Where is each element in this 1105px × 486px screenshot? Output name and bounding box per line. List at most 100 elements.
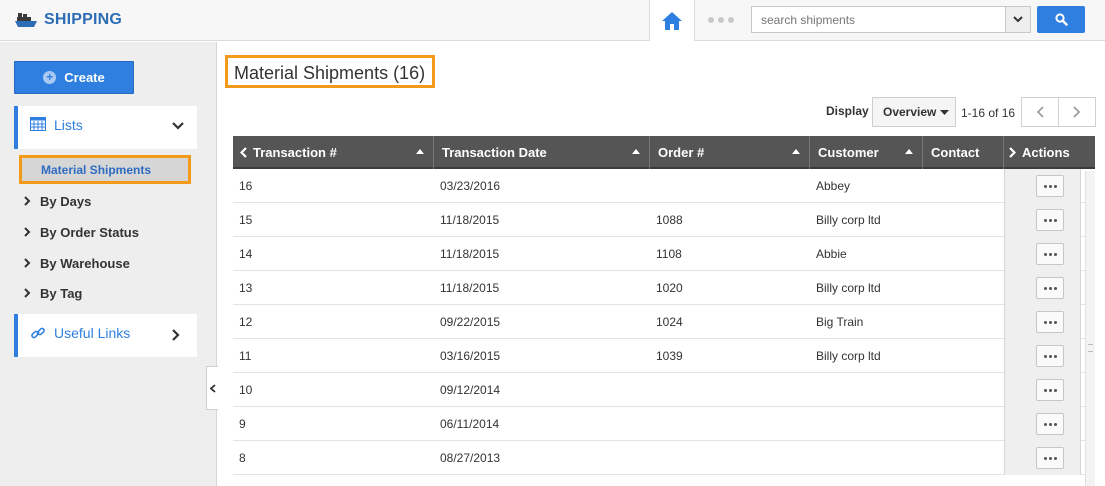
collapse-sidebar-toggle[interactable] bbox=[206, 366, 218, 410]
row-actions-button[interactable] bbox=[1036, 277, 1064, 299]
cell-transaction: 14 bbox=[239, 246, 253, 261]
chevron-right-icon bbox=[24, 196, 31, 206]
page-title-highlight: Material Shipments (16) bbox=[225, 55, 435, 88]
row-actions-button[interactable] bbox=[1036, 345, 1064, 367]
column-label: Transaction Date bbox=[442, 145, 547, 160]
column-header-order[interactable]: Order # bbox=[650, 136, 810, 169]
cell-transaction-date: 06/11/2014 bbox=[440, 416, 500, 431]
next-page-button[interactable] bbox=[1058, 97, 1096, 127]
cell-contact bbox=[923, 339, 1004, 372]
column-label: Customer bbox=[818, 145, 879, 160]
row-actions-button[interactable] bbox=[1036, 379, 1064, 401]
cell-contact bbox=[923, 407, 1004, 440]
sort-ascending-icon bbox=[632, 149, 640, 154]
table-row[interactable]: 11 03/16/2015 1039 Billy corp ltd bbox=[233, 339, 1095, 373]
cell-transaction-date: 11/18/2015 bbox=[440, 212, 500, 227]
plus-circle-icon: + bbox=[43, 71, 57, 84]
table-row[interactable]: 14 11/18/2015 1108 Abbie bbox=[233, 237, 1095, 271]
app-brand[interactable]: SHIPPING bbox=[14, 9, 122, 31]
sort-ascending-icon bbox=[905, 149, 913, 154]
cell-actions bbox=[1004, 339, 1081, 373]
cell-order bbox=[650, 441, 810, 474]
table-row[interactable]: 12 09/22/2015 1024 Big Train bbox=[233, 305, 1095, 339]
cell-actions bbox=[1004, 407, 1081, 441]
create-button-label: Create bbox=[64, 70, 105, 85]
cell-actions bbox=[1004, 305, 1081, 339]
sidebar: + Create Lists Material Shipments By Day… bbox=[0, 42, 217, 486]
sort-ascending-icon bbox=[792, 149, 800, 154]
chevron-right-icon bbox=[172, 329, 180, 341]
column-label: Order # bbox=[658, 145, 705, 160]
cell-transaction: 15 bbox=[239, 212, 253, 227]
home-icon bbox=[662, 11, 682, 30]
cell-order bbox=[650, 169, 810, 202]
table-row[interactable]: 9 06/11/2014 bbox=[233, 407, 1095, 441]
cell-transaction: 10 bbox=[239, 382, 253, 397]
sidebar-item-label: By Warehouse bbox=[40, 255, 130, 271]
cell-customer bbox=[810, 373, 923, 406]
previous-page-button[interactable] bbox=[1021, 97, 1059, 127]
table-row[interactable]: 16 03/23/2016 Abbey bbox=[233, 169, 1095, 203]
shipments-table: Transaction # Transaction Date Order # C… bbox=[233, 136, 1095, 475]
sidebar-item-material-shipments[interactable]: Material Shipments bbox=[19, 155, 191, 184]
cell-customer: Abbey bbox=[816, 178, 851, 193]
table-row[interactable]: 13 11/18/2015 1020 Billy corp ltd bbox=[233, 271, 1095, 305]
chevron-left-icon bbox=[240, 147, 247, 158]
cell-transaction: 11 bbox=[239, 348, 252, 363]
row-actions-button[interactable] bbox=[1036, 413, 1064, 435]
sidebar-item-by-tag[interactable]: By Tag bbox=[24, 284, 82, 302]
cell-order: 1020 bbox=[656, 280, 683, 295]
chevron-left-icon bbox=[209, 383, 216, 393]
sidebar-section-useful-links[interactable]: Useful Links bbox=[14, 314, 197, 357]
cell-customer: Billy corp ltd bbox=[816, 280, 881, 295]
row-actions-button[interactable] bbox=[1036, 243, 1064, 265]
search-button[interactable] bbox=[1037, 6, 1085, 33]
column-header-customer[interactable]: Customer bbox=[810, 136, 923, 169]
cell-transaction-date: 11/18/2015 bbox=[440, 280, 500, 295]
cell-order: 1024 bbox=[656, 314, 683, 329]
search-icon bbox=[1054, 13, 1068, 26]
cell-contact bbox=[923, 271, 1004, 304]
chevron-left-icon bbox=[1036, 106, 1044, 118]
table-scrollbar[interactable] bbox=[1085, 171, 1095, 486]
cell-actions bbox=[1004, 203, 1081, 237]
display-select-value: Overview bbox=[883, 105, 937, 119]
sidebar-item-by-order-status[interactable]: By Order Status bbox=[24, 223, 139, 241]
row-actions-button[interactable] bbox=[1036, 447, 1064, 469]
sidebar-section-lists[interactable]: Lists bbox=[14, 106, 197, 149]
chevron-down-icon bbox=[172, 122, 184, 130]
cell-contact bbox=[923, 203, 1004, 236]
display-label: Display bbox=[826, 104, 869, 118]
cell-transaction: 16 bbox=[239, 178, 253, 193]
column-header-transaction[interactable]: Transaction # bbox=[233, 136, 434, 169]
cell-actions bbox=[1004, 373, 1081, 407]
table-row[interactable]: 10 09/12/2014 bbox=[233, 373, 1095, 407]
home-button[interactable] bbox=[649, 0, 695, 41]
column-header-transaction-date[interactable]: Transaction Date bbox=[434, 136, 650, 169]
pagination-count: 1-16 of 16 bbox=[961, 106, 1016, 120]
cargo-ship-icon bbox=[15, 13, 37, 27]
sidebar-item-by-days[interactable]: By Days bbox=[24, 192, 91, 210]
row-actions-button[interactable] bbox=[1036, 311, 1064, 333]
display-select[interactable]: Overview bbox=[872, 97, 956, 127]
cell-transaction-date: 03/23/2016 bbox=[440, 178, 501, 193]
search-input[interactable] bbox=[752, 7, 1005, 32]
sidebar-item-by-warehouse[interactable]: By Warehouse bbox=[24, 254, 130, 272]
row-actions-button[interactable] bbox=[1036, 209, 1064, 231]
calendar-grid-icon bbox=[30, 117, 46, 131]
column-header-actions[interactable]: Actions bbox=[1004, 136, 1095, 169]
cell-actions bbox=[1004, 441, 1081, 475]
chevron-right-icon bbox=[24, 258, 31, 268]
column-header-contact[interactable]: Contact bbox=[923, 136, 1004, 169]
table-row[interactable]: 8 08/27/2013 bbox=[233, 441, 1095, 475]
scrollbar-grip[interactable] bbox=[1088, 344, 1093, 352]
cell-customer: Big Train bbox=[816, 314, 864, 329]
search-dropdown-toggle[interactable] bbox=[1005, 7, 1030, 32]
cell-order: 1039 bbox=[656, 348, 683, 363]
create-button[interactable]: + Create bbox=[14, 61, 134, 94]
row-actions-button[interactable] bbox=[1036, 175, 1064, 197]
cell-contact bbox=[923, 237, 1004, 270]
table-row[interactable]: 15 11/18/2015 1088 Billy corp ltd bbox=[233, 203, 1095, 237]
more-options-icon[interactable] bbox=[708, 13, 734, 27]
sidebar-item-label: By Days bbox=[40, 193, 92, 209]
